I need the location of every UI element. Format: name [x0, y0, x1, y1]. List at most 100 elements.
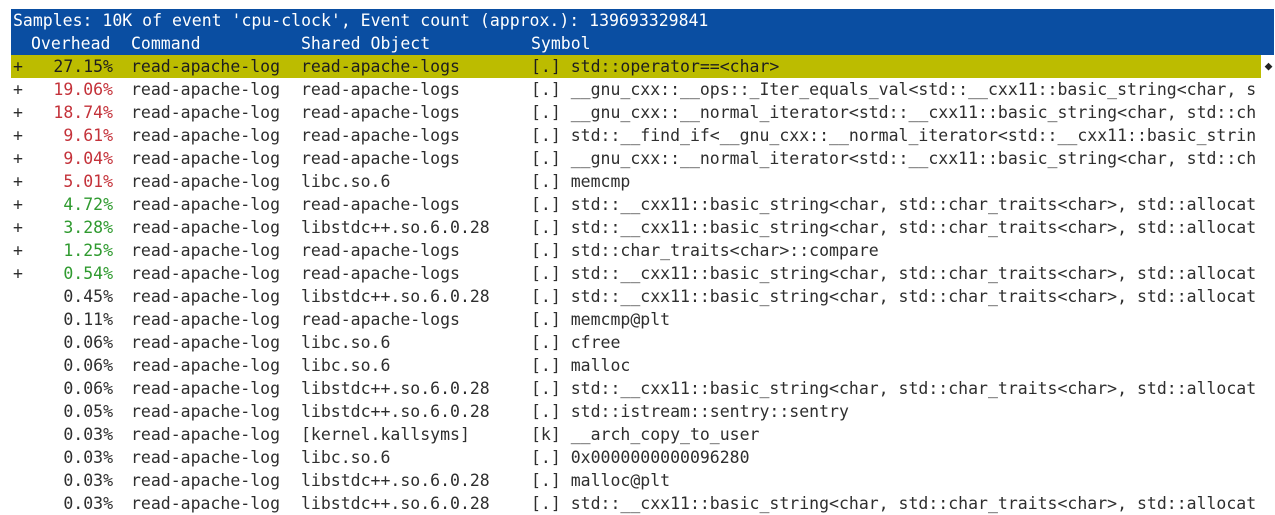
table-row[interactable]: 0.45% read-apache-log libstdc++.so.6.0.28 […	[11, 285, 1261, 308]
shared-object-value: libc.so.6	[301, 333, 391, 352]
scroll-position-marker: ◆	[1264, 59, 1273, 74]
expand-toggle[interactable]: +	[13, 193, 27, 216]
expand-toggle[interactable]	[13, 400, 27, 423]
shared-object-value: read-apache-logs	[301, 264, 460, 283]
expand-toggle[interactable]: +	[13, 170, 27, 193]
shared-object-value: read-apache-logs	[301, 57, 460, 76]
overhead-value: 0.06%	[63, 379, 113, 398]
shared-object-value: read-apache-logs	[301, 149, 460, 168]
table-row[interactable]: +3.28% read-apache-log libstdc++.so.6.0.28…	[11, 216, 1261, 239]
command-value: read-apache-log	[131, 149, 281, 168]
overhead-value: 9.61%	[63, 126, 113, 145]
expand-toggle[interactable]	[13, 308, 27, 331]
command-value: read-apache-log	[131, 264, 281, 283]
symbol-value: [.] malloc@plt	[531, 471, 671, 490]
shared-object-value: libc.so.6	[301, 356, 391, 375]
expand-toggle[interactable]	[13, 492, 27, 515]
command-value: read-apache-log	[131, 402, 281, 421]
command-value: read-apache-log	[131, 333, 281, 352]
header-overhead[interactable]: Overhead	[31, 32, 110, 55]
shared-object-value: [kernel.kallsyms]	[301, 425, 470, 444]
symbol-value: [.] std::__find_if<__gnu_cxx::__normal_i…	[531, 126, 1257, 145]
table-row[interactable]: +1.25% read-apache-log read-apache-logs [.]…	[11, 239, 1261, 262]
overhead-value: 19.06%	[53, 80, 113, 99]
command-value: read-apache-log	[131, 57, 281, 76]
expand-toggle[interactable]: +	[13, 147, 27, 170]
symbol-value: [.] std::__cxx11::basic_string<char, std…	[531, 379, 1257, 398]
shared-object-value: libstdc++.so.6.0.28	[301, 471, 490, 490]
symbol-value: [.] std::operator==<char>	[531, 57, 780, 76]
perf-report-terminal: Samples: 10K of event 'cpu-clock', Event…	[0, 0, 1275, 514]
header-symbol[interactable]: Symbol	[531, 32, 591, 55]
expand-toggle[interactable]: +	[13, 239, 27, 262]
symbol-value: [.] 0x0000000000096280	[531, 448, 750, 467]
table-row[interactable]: 0.03% read-apache-log [kernel.kallsyms] [k]…	[11, 423, 1261, 446]
table-row[interactable]: 0.06% read-apache-log libc.so.6 [.] cfree	[11, 331, 1261, 354]
symbol-value: [.] std::istream::sentry::sentry	[531, 402, 849, 421]
table-row[interactable]: 0.03% read-apache-log libstdc++.so.6.0.28 […	[11, 469, 1261, 492]
table-row[interactable]: +9.04% read-apache-log read-apache-logs [.]…	[11, 147, 1261, 170]
expand-toggle[interactable]: +	[13, 55, 27, 78]
table-row[interactable]: +4.72% read-apache-log read-apache-logs [.]…	[11, 193, 1261, 216]
header-shared-object[interactable]: Shared Object	[301, 32, 430, 55]
overhead-value: 0.05%	[63, 402, 113, 421]
overhead-value: 5.01%	[63, 172, 113, 191]
table-row[interactable]: 0.05% read-apache-log libstdc++.so.6.0.28 […	[11, 400, 1261, 423]
symbol-value: [.] std::__cxx11::basic_string<char, std…	[531, 218, 1257, 237]
shared-object-value: libstdc++.so.6.0.28	[301, 494, 490, 513]
table-row[interactable]: 0.06% read-apache-log libstdc++.so.6.0.28 […	[11, 377, 1261, 400]
symbol-value: [.] std::__cxx11::basic_string<char, std…	[531, 195, 1257, 214]
overhead-value: 0.06%	[63, 333, 113, 352]
expand-toggle[interactable]	[13, 446, 27, 469]
symbol-value: [.] __gnu_cxx::__normal_iterator<std::__…	[531, 149, 1257, 168]
overhead-value: 0.03%	[63, 494, 113, 513]
symbol-value: [k] __arch_copy_to_user	[531, 425, 760, 444]
overhead-value: 0.45%	[63, 287, 113, 306]
shared-object-value: read-apache-logs	[301, 80, 460, 99]
expand-toggle[interactable]: +	[13, 101, 27, 124]
shared-object-value: read-apache-logs	[301, 195, 460, 214]
symbol-value: [.] memcmp@plt	[531, 310, 671, 329]
table-row[interactable]: +27.15% read-apache-log read-apache-logs [.…	[11, 55, 1261, 78]
header-command[interactable]: Command	[131, 32, 201, 55]
command-value: read-apache-log	[131, 448, 281, 467]
expand-toggle[interactable]	[13, 354, 27, 377]
symbol-value: [.] cfree	[531, 333, 621, 352]
expand-toggle[interactable]: +	[13, 216, 27, 239]
expand-toggle[interactable]	[13, 423, 27, 446]
expand-toggle[interactable]: +	[13, 262, 27, 285]
command-value: read-apache-log	[131, 310, 281, 329]
overhead-value: 18.74%	[53, 103, 113, 122]
command-value: read-apache-log	[131, 218, 281, 237]
overhead-value: 27.15%	[53, 57, 113, 76]
table-row[interactable]: 0.03% read-apache-log libstdc++.so.6.0.28 […	[11, 492, 1261, 515]
shared-object-value: libc.so.6	[301, 448, 391, 467]
shared-object-value: libstdc++.so.6.0.28	[301, 218, 490, 237]
table-row[interactable]: +9.61% read-apache-log read-apache-logs [.]…	[11, 124, 1261, 147]
table-row[interactable]: +5.01% read-apache-log libc.so.6 [.] memcmp	[11, 170, 1261, 193]
shared-object-value: read-apache-logs	[301, 126, 460, 145]
expand-toggle[interactable]	[13, 469, 27, 492]
overhead-value: 0.54%	[63, 264, 113, 283]
expand-toggle[interactable]: +	[13, 124, 27, 147]
command-value: read-apache-log	[131, 241, 281, 260]
column-header-bar: Overhead Command Shared Object Symbol	[11, 32, 1274, 55]
table-row[interactable]: +0.54% read-apache-log read-apache-logs [.]…	[11, 262, 1261, 285]
expand-toggle[interactable]: +	[13, 78, 27, 101]
table-row[interactable]: 0.03% read-apache-log libc.so.6 [.] 0x00000…	[11, 446, 1261, 469]
shared-object-value: libstdc++.so.6.0.28	[301, 379, 490, 398]
expand-toggle[interactable]	[13, 377, 27, 400]
table-row[interactable]: 0.11% read-apache-log read-apache-logs [.] …	[11, 308, 1261, 331]
command-value: read-apache-log	[131, 287, 281, 306]
symbol-value: [.] std::__cxx11::basic_string<char, std…	[531, 264, 1257, 283]
table-row[interactable]: +19.06% read-apache-log read-apache-logs [.…	[11, 78, 1261, 101]
overhead-value: 1.25%	[63, 241, 113, 260]
shared-object-value: read-apache-logs	[301, 103, 460, 122]
table-row[interactable]: 0.06% read-apache-log libc.so.6 [.] malloc	[11, 354, 1261, 377]
shared-object-value: read-apache-logs	[301, 241, 460, 260]
expand-toggle[interactable]	[13, 331, 27, 354]
command-value: read-apache-log	[131, 103, 281, 122]
table-row[interactable]: +18.74% read-apache-log read-apache-logs [.…	[11, 101, 1261, 124]
symbol-value: [.] std::__cxx11::basic_string<char, std…	[531, 494, 1257, 513]
expand-toggle[interactable]	[13, 285, 27, 308]
